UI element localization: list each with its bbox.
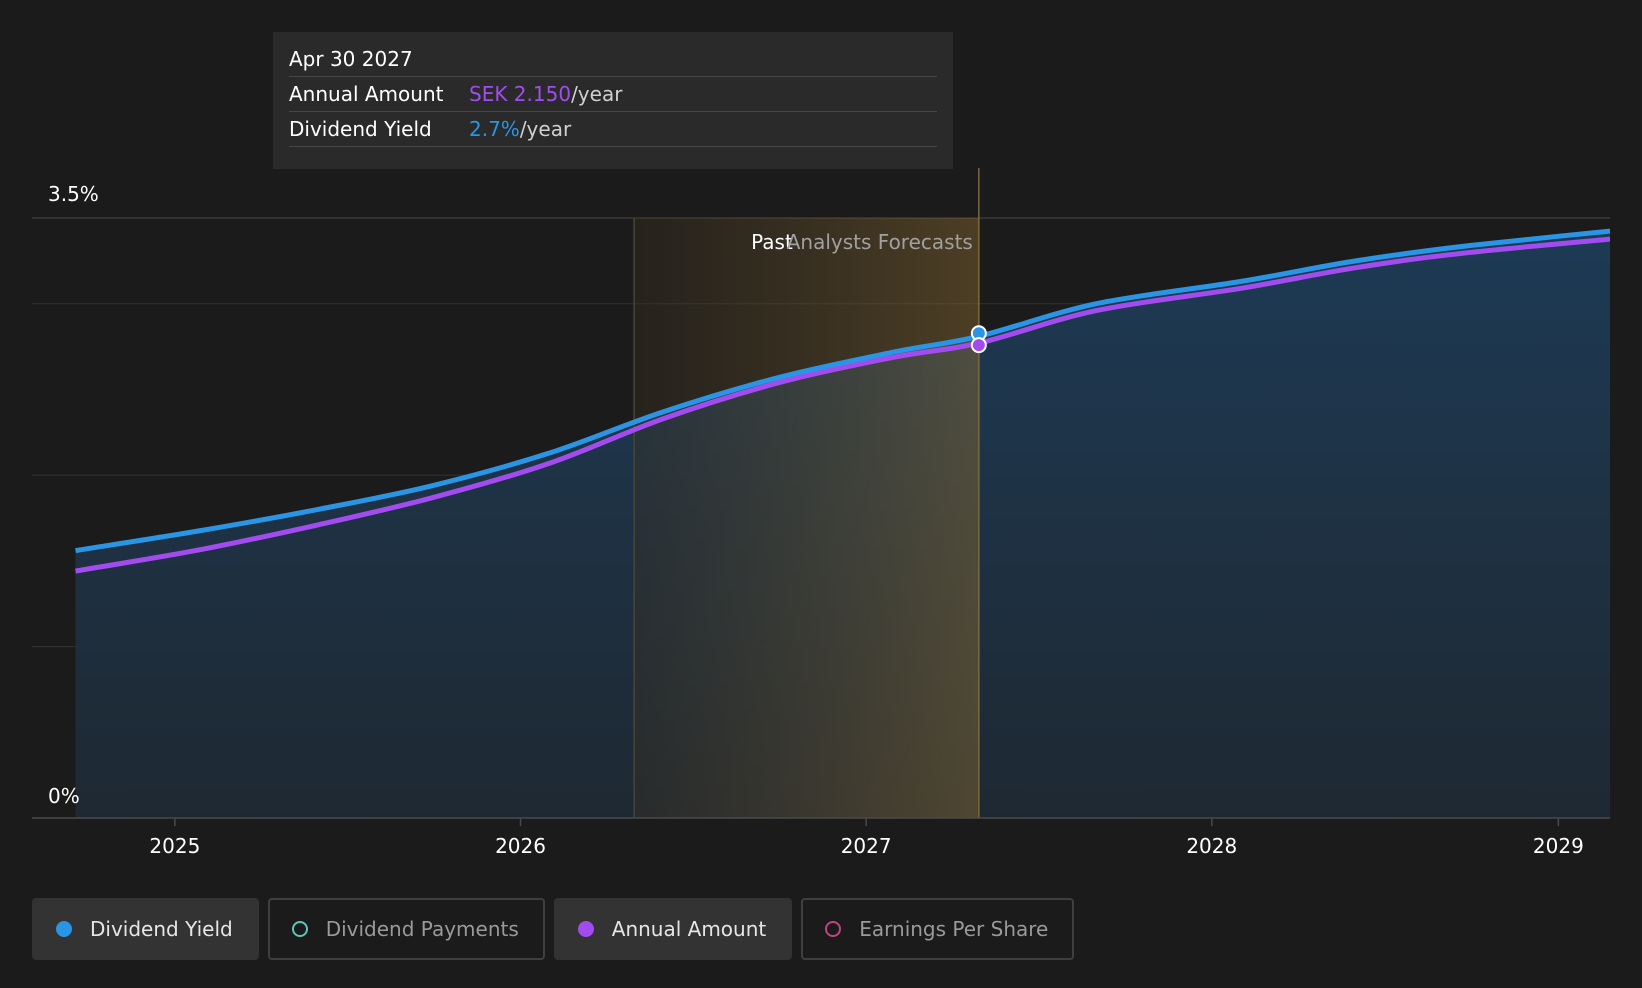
- legend-annual-amount-button[interactable]: Annual Amount: [553, 898, 793, 960]
- hover-tooltip: Apr 30 2027 Annual Amount SEK 2.150 /yea…: [273, 32, 953, 169]
- tooltip-annual-row: Annual Amount SEK 2.150 /year: [289, 77, 937, 112]
- legend-dividend-payments-marker-icon: [291, 921, 308, 937]
- legend-dividend-payments-button[interactable]: Dividend Payments: [267, 898, 545, 960]
- legend-earnings-per-share-button[interactable]: Earnings Per Share: [801, 898, 1075, 960]
- forecast-region-label: Analysts Forecasts: [787, 230, 973, 254]
- y-tick-label-bottom: 0%: [48, 784, 80, 808]
- legend-dividend-yield-marker-icon: [56, 921, 72, 937]
- tooltip-yield-value: 2.7%: [469, 117, 520, 141]
- tooltip-date-row: Apr 30 2027: [289, 44, 937, 77]
- annual-amount-hover-point: [970, 337, 987, 354]
- tooltip-yield-row: Dividend Yield 2.7% /year: [289, 112, 937, 147]
- legend-annual-amount-marker-icon: [577, 921, 594, 937]
- tooltip-yield-unit: /year: [519, 117, 572, 141]
- x-tick-label: 2027: [841, 834, 892, 858]
- legend-dividend-yield-button[interactable]: Dividend Yield: [32, 898, 259, 960]
- x-tick-label: 2028: [1186, 834, 1237, 858]
- tooltip-date: Apr 30 2027: [289, 47, 413, 71]
- legend-dividend-payments-label: Dividend Payments: [325, 917, 519, 941]
- x-tick-label: 2025: [149, 834, 200, 858]
- tooltip-annual-label: Annual Amount: [289, 82, 444, 106]
- tooltip-annual-unit: /year: [571, 82, 623, 106]
- past-region: [634, 218, 979, 818]
- chart-legend: Dividend Yield Dividend Payments Annual …: [32, 898, 1075, 960]
- x-tick-label: 2029: [1533, 834, 1584, 858]
- tooltip-annual-value: SEK 2.150: [469, 82, 572, 106]
- legend-dividend-yield-label: Dividend Yield: [90, 917, 233, 941]
- legend-earnings-per-share-label: Earnings Per Share: [859, 917, 1049, 941]
- legend-earnings-per-share-marker-icon: [825, 921, 842, 937]
- legend-annual-amount-label: Annual Amount: [611, 917, 767, 941]
- y-tick-label-top: 3.5%: [48, 182, 99, 206]
- tooltip-yield-label: Dividend Yield: [289, 117, 432, 141]
- x-tick-label: 2026: [495, 834, 546, 858]
